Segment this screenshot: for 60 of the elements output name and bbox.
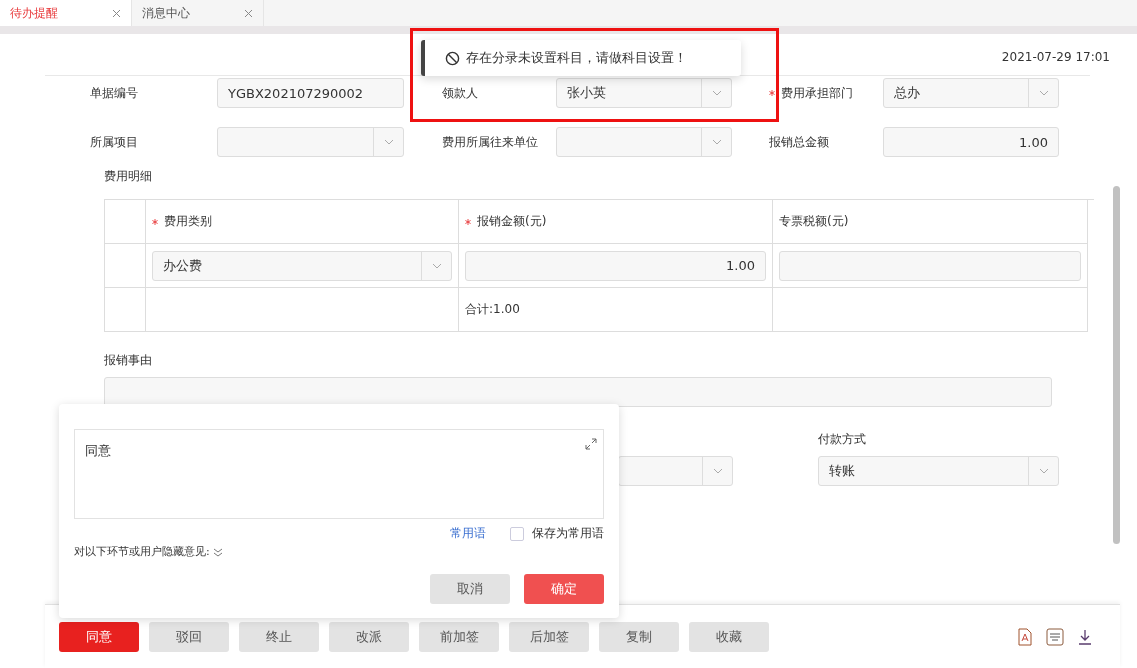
action-button[interactable]: 同意 xyxy=(59,621,139,652)
checkbox-label: 保存为常用语 xyxy=(532,525,604,542)
date-time: 2021-07-29 17:01 xyxy=(1001,50,1110,64)
print-icon[interactable] xyxy=(1046,627,1064,646)
caret-icon xyxy=(711,139,722,145)
column-header: 费用类别 xyxy=(152,213,212,230)
pdf-icon[interactable] xyxy=(1018,627,1032,646)
required-icon xyxy=(152,218,158,225)
input-field[interactable]: 1.00 xyxy=(465,250,766,281)
prohibited-icon xyxy=(445,50,460,66)
input-field[interactable]: 1.00 xyxy=(883,127,1059,157)
field-label: 领款人 xyxy=(442,84,479,102)
column-header: 报销金额(元) xyxy=(465,213,547,230)
caret-icon xyxy=(1038,90,1049,96)
field-label: 单据编号 xyxy=(90,84,139,102)
select-field[interactable]: 办公费 xyxy=(152,250,452,281)
field-label: 费用所属往来单位 xyxy=(442,133,539,151)
select-field[interactable] xyxy=(556,127,732,157)
action-button[interactable]: 前加签 xyxy=(419,621,499,652)
required-icon xyxy=(769,90,775,96)
section-title: 费用明细 xyxy=(104,168,153,185)
opinion-field[interactable]: 同意 xyxy=(74,429,604,519)
download-icon[interactable] xyxy=(1078,628,1092,645)
caret-icon xyxy=(383,139,394,145)
close-icon[interactable] xyxy=(244,8,253,18)
close-icon[interactable] xyxy=(112,8,121,18)
field-label: 报销总金额 xyxy=(769,133,830,151)
caret-icon xyxy=(1038,468,1049,474)
dialog-button[interactable]: 确定 xyxy=(524,574,604,604)
common-phrases-link[interactable]: 常用语 xyxy=(450,525,486,542)
select-field[interactable] xyxy=(217,127,404,157)
field-label: 费用承担部门 xyxy=(769,84,883,102)
action-button[interactable]: 驳回 xyxy=(149,621,229,652)
input-field[interactable] xyxy=(779,250,1081,281)
hide-opinion-text: 对以下环节或用户隐藏意见: xyxy=(74,544,210,559)
field-label: 所属项目 xyxy=(90,133,139,151)
caret-icon xyxy=(431,262,442,269)
field-label: 付款方式 xyxy=(818,431,867,448)
action-button[interactable]: 终止 xyxy=(239,621,319,652)
expand-icon[interactable] xyxy=(585,438,597,450)
select-field[interactable]: 张小英 xyxy=(556,78,732,108)
select-field[interactable]: 总办 xyxy=(883,78,1059,108)
required-icon xyxy=(465,218,471,225)
input-field[interactable]: YGBX202107290002 xyxy=(217,78,404,108)
checkbox[interactable] xyxy=(510,526,524,541)
action-button[interactable]: 改派 xyxy=(329,621,409,652)
column-header: 专票税额(元) xyxy=(779,213,849,230)
double-chevron-icon[interactable] xyxy=(212,546,223,557)
dialog-button[interactable]: 取消 xyxy=(430,574,510,604)
caret-icon xyxy=(712,468,723,474)
tab[interactable]: 待办提醒 xyxy=(0,0,132,26)
action-button[interactable]: 复制 xyxy=(599,621,679,652)
select-field[interactable] xyxy=(618,456,733,486)
select-field[interactable]: 转账 xyxy=(818,456,1059,486)
action-button[interactable]: 后加签 xyxy=(509,621,589,652)
total-text: 合计:1.00 xyxy=(465,301,520,318)
toast-text: 存在分录未设置科目，请做科目设置！ xyxy=(466,49,687,67)
action-button[interactable]: 收藏 xyxy=(689,621,769,652)
section-title: 报销事由 xyxy=(104,352,153,369)
caret-icon xyxy=(711,90,722,96)
